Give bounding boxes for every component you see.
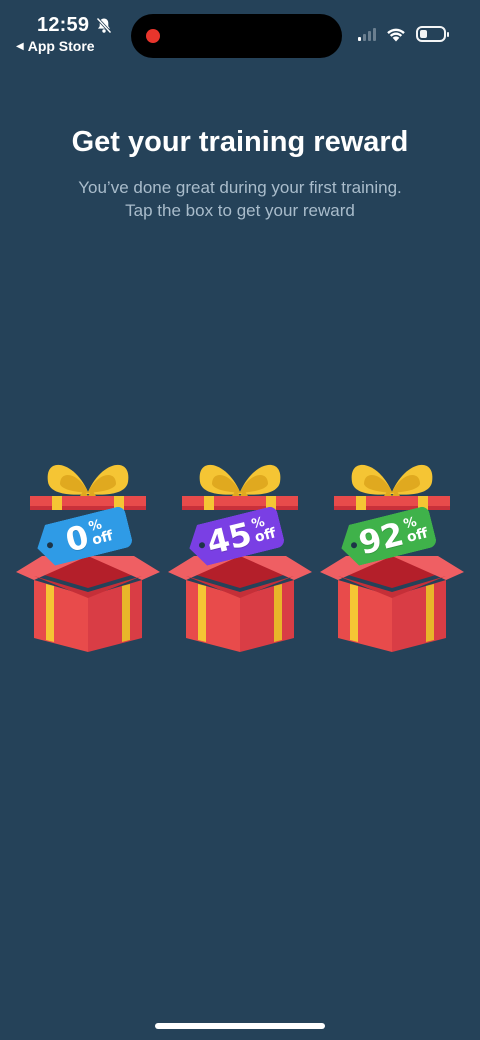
bell-slash-icon	[96, 17, 112, 34]
discount-unit: % off	[88, 518, 115, 548]
gift-box-1[interactable]: 0 % off	[14, 456, 162, 656]
off-label: off	[90, 527, 115, 549]
gift-box-list: 0 % off 45 % off 92 % off	[0, 456, 480, 656]
cellular-signal-icon	[358, 27, 376, 41]
status-icons	[358, 26, 449, 42]
off-label: off	[405, 524, 430, 546]
back-to-app-store[interactable]: ◀ App Store	[16, 38, 95, 54]
page-subtitle: You’ve done great during your first trai…	[40, 176, 440, 222]
off-label: off	[253, 524, 278, 546]
discount-unit: % off	[251, 515, 278, 545]
discount-value: 92	[354, 514, 408, 563]
battery-icon	[416, 26, 449, 42]
clock: 12:59	[37, 14, 90, 36]
discount-unit: % off	[403, 515, 430, 545]
gift-box-3[interactable]: 92 % off	[318, 456, 466, 656]
tag-hole	[350, 542, 357, 549]
wifi-icon	[387, 28, 405, 41]
battery-level	[420, 30, 427, 38]
subtitle-line-2: Tap the box to get your reward	[125, 201, 355, 220]
discount-value: 0	[61, 517, 93, 560]
home-indicator[interactable]	[155, 1023, 325, 1029]
discount-value: 45	[202, 514, 256, 563]
tag-hole	[46, 542, 53, 549]
subtitle-line-1: You’ve done great during your first trai…	[78, 178, 402, 197]
recording-indicator-icon	[146, 29, 160, 43]
dynamic-island	[131, 14, 342, 58]
tag-hole	[198, 542, 205, 549]
page-title: Get your training reward	[71, 126, 409, 158]
gift-box-2[interactable]: 45 % off	[166, 456, 314, 656]
back-caret-icon: ◀	[16, 40, 24, 52]
status-time: 12:59	[37, 14, 112, 37]
back-label: App Store	[27, 38, 95, 54]
